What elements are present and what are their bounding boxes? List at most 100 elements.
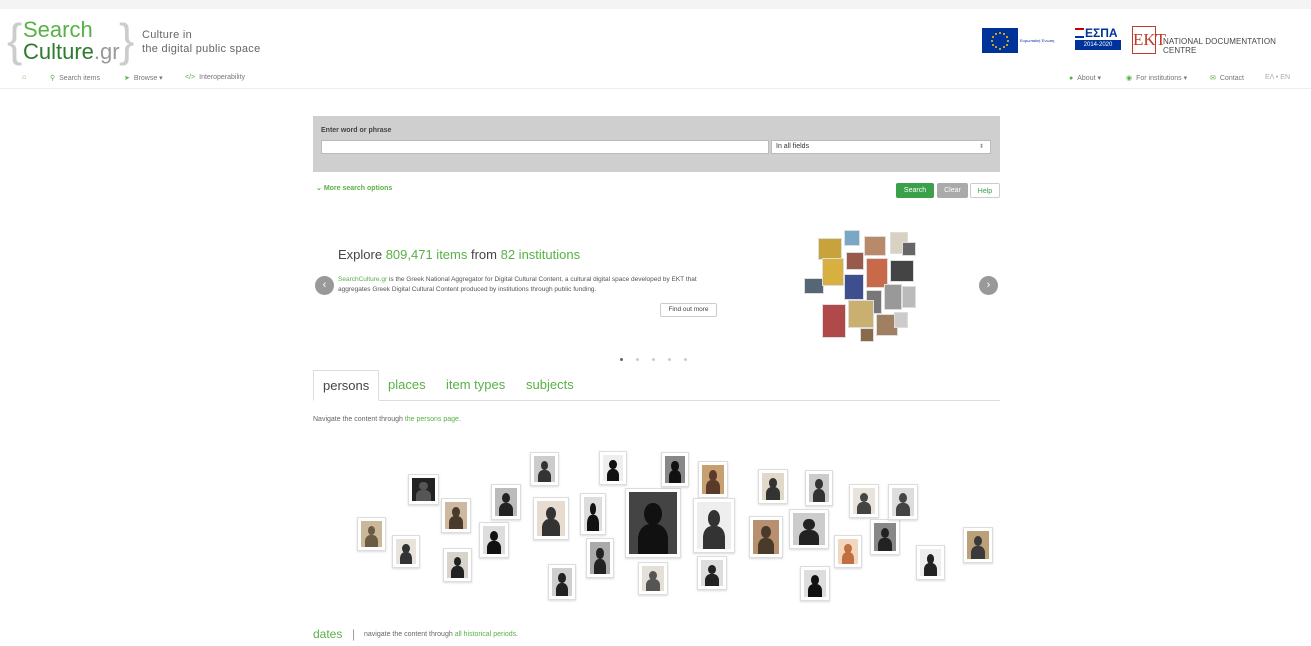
- carousel-dot[interactable]: [620, 358, 623, 361]
- nav-for-institutions-label: For institutions: [1136, 75, 1182, 82]
- person-portrait[interactable]: [888, 484, 918, 520]
- person-portrait[interactable]: [625, 488, 681, 558]
- person-portrait[interactable]: [491, 484, 521, 520]
- ekt-name[interactable]: NATIONAL DOCUMENTATION CENTRE: [1163, 37, 1311, 55]
- tab-subjects[interactable]: subjects: [517, 370, 583, 401]
- portrait-image: [495, 488, 517, 516]
- person-portrait[interactable]: [533, 497, 569, 540]
- persons-nav-prefix: Navigate the content through: [313, 416, 405, 423]
- portrait-body: [765, 487, 781, 500]
- portrait-body: [542, 519, 560, 536]
- portrait-head: [596, 547, 604, 560]
- person-portrait[interactable]: [800, 566, 830, 601]
- person-portrait[interactable]: [638, 562, 668, 595]
- person-portrait[interactable]: [697, 556, 727, 590]
- person-portrait[interactable]: [916, 545, 945, 580]
- tab-persons[interactable]: persons: [313, 370, 380, 401]
- language-switch[interactable]: ΕΛ • EN: [1265, 74, 1290, 81]
- person-portrait[interactable]: [963, 527, 993, 563]
- items-count: 809,471 items: [385, 247, 468, 262]
- carousel-dot[interactable]: [684, 358, 687, 361]
- person-portrait[interactable]: [580, 493, 606, 535]
- clear-button[interactable]: Clear: [937, 183, 968, 198]
- portrait-head: [708, 564, 716, 575]
- eye-icon: ◉: [1126, 75, 1133, 82]
- portrait-head: [709, 470, 717, 481]
- nav-browse[interactable]: ➤ Browse ▾: [124, 74, 163, 82]
- carousel-image-collage[interactable]: [804, 228, 934, 344]
- searchculture-link[interactable]: SearchCulture.gr: [338, 276, 387, 283]
- carousel-dot[interactable]: [668, 358, 671, 361]
- portrait-image: [753, 520, 779, 554]
- nav-about[interactable]: ● About ▾: [1069, 74, 1101, 82]
- person-portrait[interactable]: [805, 470, 833, 506]
- person-portrait[interactable]: [749, 516, 783, 558]
- site-logo[interactable]: { Search Culture.gr }: [7, 14, 135, 66]
- persons-page-link[interactable]: the persons page: [405, 416, 459, 423]
- person-portrait[interactable]: [530, 452, 559, 486]
- dates-link[interactable]: dates: [313, 627, 342, 641]
- person-portrait[interactable]: [441, 498, 471, 533]
- person-portrait[interactable]: [548, 564, 576, 600]
- historical-periods-link[interactable]: all historical periods: [455, 631, 516, 638]
- eu-flag-icon[interactable]: [982, 28, 1018, 53]
- person-portrait[interactable]: [408, 474, 439, 505]
- portrait-image: [537, 501, 565, 536]
- portrait-body: [841, 552, 855, 564]
- caret-down-icon: ▾: [1183, 75, 1188, 82]
- home-link[interactable]: ⌂: [22, 74, 30, 81]
- person-portrait[interactable]: [599, 451, 627, 485]
- person-portrait[interactable]: [698, 461, 728, 498]
- tab-item-types[interactable]: item types: [437, 370, 514, 401]
- portrait-head: [545, 507, 557, 520]
- eu-star-icon: [995, 32, 997, 35]
- espa-logo[interactable]: ΕΣΠΑ 2014-2020: [1075, 26, 1121, 54]
- carousel-prev-button[interactable]: ‹: [315, 276, 334, 295]
- portrait-image: [396, 539, 416, 564]
- field-select[interactable]: In all fields ⬍: [771, 140, 991, 154]
- field-select-value: In all fields: [776, 143, 810, 150]
- nav-contact[interactable]: ✉ Contact: [1210, 74, 1244, 82]
- person-portrait[interactable]: [586, 538, 614, 578]
- portrait-head: [589, 503, 597, 516]
- find-out-more-button[interactable]: Find out more: [660, 303, 717, 317]
- portrait-head: [453, 556, 462, 567]
- person-portrait[interactable]: [849, 484, 879, 518]
- person-portrait[interactable]: [661, 452, 689, 487]
- person-portrait[interactable]: [479, 522, 509, 558]
- dates-separator: |: [352, 627, 356, 641]
- person-portrait[interactable]: [357, 517, 386, 551]
- envelope-icon: ✉: [1210, 75, 1216, 82]
- carousel-next-button[interactable]: ›: [979, 276, 998, 295]
- search-button[interactable]: Search: [896, 183, 934, 198]
- nav-search-items[interactable]: ⚲ Search items: [50, 74, 100, 82]
- portrait-head: [502, 493, 510, 504]
- help-button[interactable]: Help: [970, 183, 1000, 198]
- person-portrait[interactable]: [443, 548, 472, 582]
- person-portrait[interactable]: [870, 519, 900, 555]
- search-input[interactable]: [321, 140, 769, 154]
- person-portrait[interactable]: [758, 469, 788, 504]
- person-portrait[interactable]: [693, 498, 735, 553]
- portrait-body: [812, 488, 826, 502]
- description-text: is the Greek National Aggregator for Dig…: [338, 276, 697, 293]
- tab-places[interactable]: places: [379, 370, 435, 401]
- nav-for-institutions[interactable]: ◉ For institutions ▾: [1126, 74, 1187, 82]
- carousel-dot[interactable]: [652, 358, 655, 361]
- portrait-body: [498, 502, 514, 516]
- ekt-logo[interactable]: EKT: [1132, 26, 1166, 54]
- logo-brace-right: }: [119, 14, 135, 66]
- more-search-options-link[interactable]: ⌄ More search options: [316, 184, 392, 192]
- portrait-body: [856, 501, 872, 514]
- collage-image: [846, 252, 864, 270]
- portrait-head: [803, 518, 815, 531]
- person-portrait[interactable]: [392, 535, 420, 568]
- nav-interoperability[interactable]: </> Interoperability: [185, 74, 245, 81]
- portrait-image: [853, 488, 875, 514]
- eu-star-icon: [999, 47, 1001, 50]
- nav-about-label: About: [1077, 75, 1096, 82]
- logo-line2: Culture.gr: [23, 39, 120, 64]
- person-portrait[interactable]: [834, 535, 862, 568]
- person-portrait[interactable]: [789, 509, 829, 549]
- carousel-dot[interactable]: [636, 358, 639, 361]
